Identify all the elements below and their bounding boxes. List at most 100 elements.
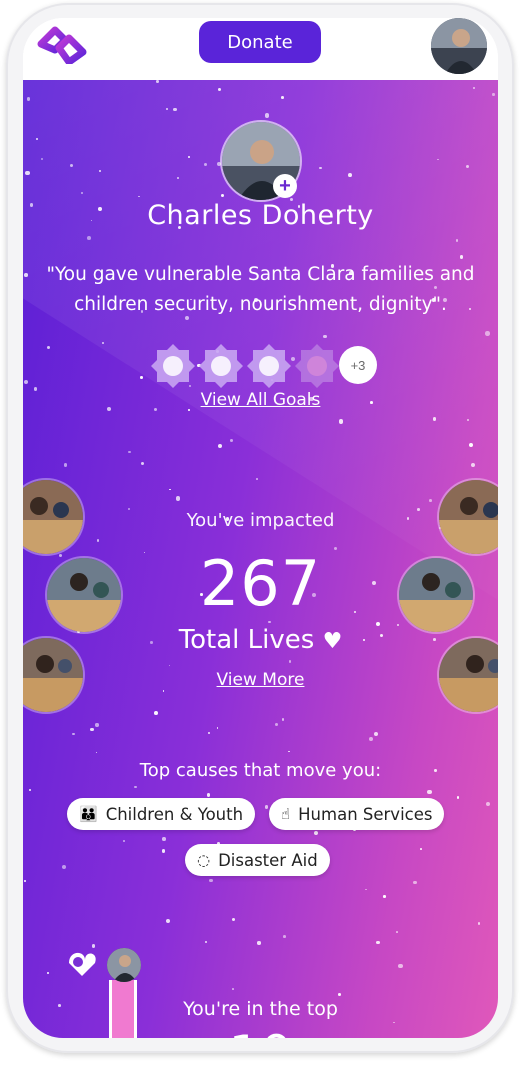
snow-particle [230, 439, 234, 443]
snow-particle [127, 450, 131, 454]
app-screen: Donate + Charles Doherty "You gave vulne… [23, 18, 498, 1038]
snow-particle [156, 80, 160, 83]
snow-particle [338, 992, 341, 996]
snow-particle [365, 888, 368, 891]
snow-particle [374, 732, 379, 737]
impact-count: 267 [199, 547, 322, 620]
snow-particle [46, 972, 49, 975]
snow-particle [203, 162, 207, 167]
add-photo-icon[interactable]: + [273, 174, 297, 198]
view-more-link[interactable]: View More [217, 670, 305, 690]
snow-particle [314, 830, 319, 835]
helping-hand-icon: ☝ [281, 805, 291, 823]
snow-particle [413, 881, 417, 885]
ranking-label: You're in the top [183, 998, 338, 1020]
snow-particle [154, 710, 158, 715]
snow-particle [492, 93, 495, 96]
snow-particle [288, 660, 291, 663]
snow-particle [393, 1021, 395, 1024]
snow-particle [175, 496, 181, 501]
view-more-row: View More [23, 670, 498, 690]
goal-badge-icon[interactable] [197, 342, 245, 390]
family-icon: 👪 [79, 805, 98, 823]
cause-chip-label: Children & Youth [105, 804, 244, 824]
cause-chip-children-youth[interactable]: 👪 Children & Youth [67, 798, 256, 830]
snow-particle [395, 931, 398, 934]
snow-particle [207, 731, 211, 734]
snow-particle [477, 921, 481, 925]
snow-particle [429, 499, 432, 502]
snow-particle [23, 379, 29, 385]
snow-particle [274, 722, 278, 726]
snow-particle [165, 108, 168, 111]
snow-particle [485, 331, 490, 336]
snow-particle [61, 864, 67, 870]
snow-particle [95, 723, 99, 727]
snow-particle [281, 95, 285, 99]
view-all-goals-link-text[interactable]: View All Goals [201, 390, 321, 410]
snow-particle [257, 941, 261, 945]
goal-badge-icon[interactable] [293, 342, 341, 390]
snow-particle [338, 419, 343, 424]
snow-particle [265, 805, 269, 809]
snow-particle [398, 964, 403, 969]
snow-particle [456, 796, 460, 799]
impact-label: You've impacted [186, 510, 335, 531]
total-lives-label: Total Lives [178, 625, 315, 655]
snow-particle [217, 88, 221, 91]
goal-badge-icon[interactable] [245, 342, 293, 390]
snow-particle [26, 97, 31, 101]
snow-particle [173, 107, 178, 112]
snow-particle [376, 940, 380, 945]
snow-particle [162, 837, 166, 841]
snow-particle [206, 793, 211, 797]
donate-button[interactable]: Donate [199, 21, 321, 63]
snow-particle [216, 726, 219, 729]
snow-particle [472, 86, 475, 89]
flame-icon: ◌ [197, 851, 211, 869]
snow-particle [485, 802, 490, 807]
snow-particle [231, 987, 234, 990]
top-causes-title: Top causes that move you: [139, 760, 382, 781]
snow-particle [122, 839, 125, 842]
snow-particle [28, 789, 31, 791]
cause-chip-human-services[interactable]: ☝ Human Services [269, 798, 445, 830]
snow-particle [72, 732, 75, 736]
snow-particle [63, 463, 67, 467]
snow-particle [383, 895, 386, 898]
top-bar: Donate [23, 18, 498, 80]
mini-avatar [107, 948, 141, 982]
snow-particle [209, 878, 213, 883]
profile-name: Charles Doherty [147, 200, 374, 231]
snow-particle [217, 444, 222, 449]
logo-heart-icon [69, 952, 96, 976]
app-logo-icon[interactable] [33, 24, 91, 64]
view-all-goals-link: View All Goals [23, 390, 498, 410]
cause-chip-label: Disaster Aid [218, 850, 318, 870]
snow-particle [47, 345, 51, 349]
snow-particle [420, 847, 423, 850]
heart-icon: ♥ [322, 629, 343, 654]
snow-particle [283, 935, 286, 939]
snow-particle [231, 918, 235, 922]
snow-particle [95, 751, 98, 754]
snow-particle [168, 664, 171, 667]
snow-particle [281, 718, 285, 722]
cause-chip-disaster-aid[interactable]: ◌ Disaster Aid [185, 844, 330, 876]
user-avatar[interactable] [431, 18, 487, 74]
snow-particle [256, 478, 259, 481]
snow-particle [40, 157, 43, 160]
more-goals-badge[interactable]: +3 [339, 346, 377, 384]
goal-badge-icon[interactable] [149, 342, 197, 390]
snow-particle [24, 879, 27, 882]
snow-particle [90, 727, 94, 731]
snow-particle [427, 790, 432, 795]
snow-particle [161, 849, 165, 853]
snow-particle [177, 176, 180, 179]
snow-particle [165, 918, 171, 924]
snow-particle [134, 785, 137, 789]
impact-quote: "You gave vulnerable Santa Clara familie… [46, 264, 475, 315]
snow-particle [101, 341, 104, 344]
ranking-value: 10 [23, 1025, 498, 1038]
snow-particle [140, 461, 144, 465]
